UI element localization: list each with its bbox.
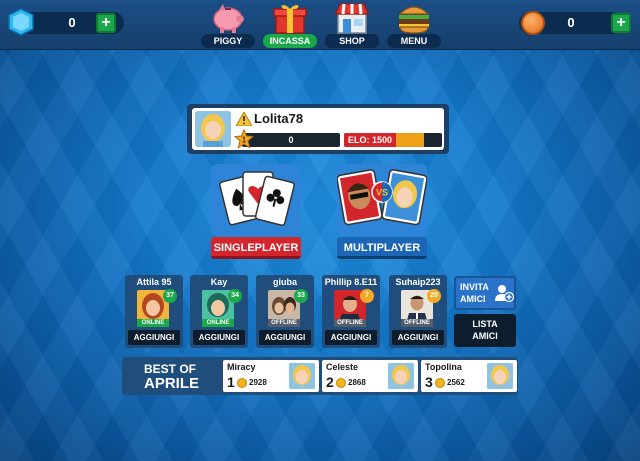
invite-line1: INVITA (460, 282, 489, 292)
add-friend-button[interactable]: AGGIUNGI (392, 330, 444, 345)
best-title: BEST OF (144, 362, 197, 376)
friend-card: Suhaip223 20 OFFLINE AGGIUNGI (389, 275, 447, 348)
burger-menu-icon (398, 6, 430, 34)
rank-name: Celeste (326, 362, 359, 372)
leaderboard-entry[interactable]: Miracy 1 2928 (223, 360, 319, 392)
add-gems-button[interactable]: + (96, 13, 116, 33)
list-line1: LISTA (472, 319, 498, 329)
piggy-button[interactable]: PIGGY (198, 2, 258, 48)
friend-level: 7 (360, 289, 374, 303)
rank-position: 3 (425, 374, 433, 390)
invite-line2: AMICI (460, 294, 486, 304)
shop-label: SHOP (325, 34, 379, 48)
singleplayer-label: SINGLEPLAYER (211, 237, 301, 259)
elo-bar: ELO: 1500 (344, 133, 442, 147)
vs-label: VS (376, 188, 388, 198)
add-friend-button[interactable]: AGGIUNGI (259, 330, 311, 345)
friend-card: Phillip 8.E11 7 OFFLINE AGGIUNGI (322, 275, 380, 348)
rank-position: 2 (326, 374, 334, 390)
best-month: APRILE (144, 375, 200, 392)
rank-avatar (388, 363, 414, 389)
list-line2: AMICI (472, 331, 498, 341)
coin-icon (435, 378, 445, 388)
invite-friends-button[interactable]: INVITA AMICI (454, 276, 516, 310)
singleplayer-button[interactable]: SINGLEPLAYER (211, 164, 301, 259)
coin-icon (336, 378, 346, 388)
playing-cards-icon (211, 164, 301, 236)
shop-icon (335, 3, 369, 34)
rank-score: 2928 (249, 378, 267, 387)
rank-name: Miracy (227, 362, 256, 372)
avatar-blonde-icon (388, 363, 414, 389)
friend-card: giuba 33 OFFLINE AGGIUNGI (256, 275, 314, 348)
gem-count: 0 (68, 15, 76, 30)
piggy-label: PIGGY (201, 34, 255, 48)
friend-level: 37 (163, 289, 177, 303)
versus-players-icon: VS (337, 164, 427, 236)
coin-icon (521, 11, 545, 35)
xp-value: 0 (288, 135, 294, 145)
friend-level: 34 (228, 289, 242, 303)
shop-button[interactable]: SHOP (322, 2, 382, 48)
elo-label: ELO: 1500 (344, 133, 396, 147)
menu-label: MENU (387, 34, 441, 48)
rank-avatar (487, 363, 513, 389)
friends-list-button[interactable]: LISTA AMICI (454, 314, 516, 347)
rank-avatar (289, 363, 315, 389)
friend-name: Phillip 8.E11 (324, 277, 378, 287)
gift-box-icon (273, 5, 307, 34)
top-bar: 0 + PIGGY INCASSA SHOP MENU 0 + (0, 0, 640, 50)
avatar-blonde-icon (289, 363, 315, 389)
incassa-label: INCASSA (263, 34, 317, 48)
profile-panel[interactable]: Lolita78 0 1 ELO: 1500 (187, 104, 449, 154)
multiplayer-label: MULTIPLAYER (337, 237, 427, 259)
coin-count: 0 (567, 15, 575, 30)
piggy-bank-icon (213, 4, 244, 33)
friend-name: giuba (273, 277, 297, 287)
menu-button[interactable]: MENU (384, 2, 444, 48)
leaderboard-entry[interactable]: Celeste 2 2868 (322, 360, 418, 392)
add-friend-button[interactable]: AGGIUNGI (128, 330, 180, 345)
add-user-icon (495, 285, 514, 303)
warning-icon (236, 112, 252, 126)
add-coins-button[interactable]: + (611, 13, 631, 33)
add-friend-button[interactable]: AGGIUNGI (193, 330, 245, 345)
leaderboard-entry[interactable]: Topolina 3 2562 (421, 360, 517, 392)
friend-status: ONLINE (202, 319, 234, 327)
friend-status: OFFLINE (401, 319, 433, 327)
friend-status: OFFLINE (268, 319, 300, 327)
avatar (195, 111, 231, 147)
add-friend-button[interactable]: AGGIUNGI (325, 330, 377, 345)
multiplayer-button[interactable]: VS MULTIPLAYER (337, 164, 427, 259)
incassa-button[interactable]: INCASSA (260, 2, 320, 48)
friend-status: OFFLINE (334, 319, 366, 327)
profile-card: Lolita78 0 1 ELO: 1500 (192, 108, 444, 150)
friend-level: 20 (427, 289, 441, 303)
rank-score: 2868 (348, 378, 366, 387)
xp-bar: 0 (242, 133, 340, 147)
friend-status: ONLINE (137, 319, 169, 327)
coin-icon (237, 378, 247, 388)
avatar-blonde-icon (195, 111, 231, 147)
friend-card: Attila 95 37 ONLINE AGGIUNGI (125, 275, 183, 348)
rank-name: Topolina (425, 362, 462, 372)
level-star-icon: 1 (234, 129, 254, 149)
friend-level: 33 (294, 289, 308, 303)
friend-name: Suhaip223 (395, 277, 441, 287)
rank-position: 1 (227, 374, 235, 390)
player-name: Lolita78 (254, 111, 304, 126)
gem-icon (8, 8, 34, 36)
rank-score: 2562 (447, 378, 465, 387)
avatar-blonde-icon (487, 363, 513, 389)
friend-card: Kay 34 ONLINE AGGIUNGI (190, 275, 248, 348)
friend-name: Kay (210, 277, 228, 287)
friend-name: Attila 95 (136, 277, 172, 287)
level-value: 1 (242, 136, 247, 145)
